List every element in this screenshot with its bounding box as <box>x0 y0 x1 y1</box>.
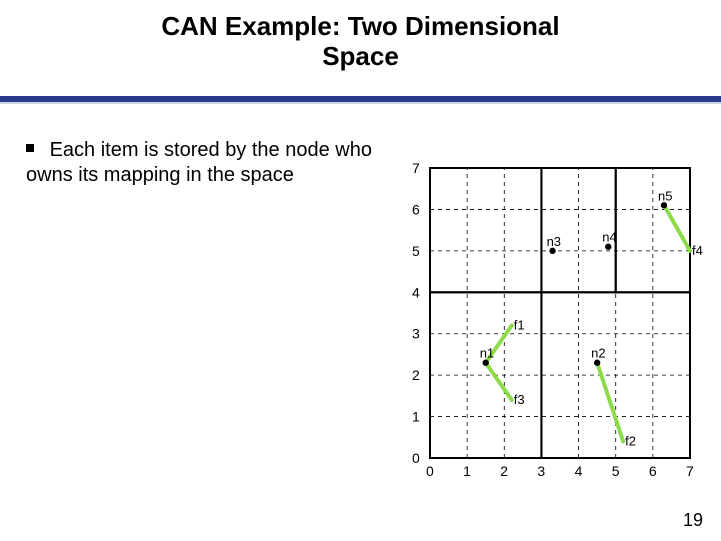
svg-text:f3: f3 <box>514 392 525 407</box>
bullet-text: Each item is stored by the node who owns… <box>26 139 372 186</box>
svg-text:n2: n2 <box>591 346 605 361</box>
svg-text:f2: f2 <box>625 433 636 448</box>
square-bullet-icon <box>26 144 34 152</box>
svg-text:7: 7 <box>412 160 420 176</box>
title-line2: Space <box>322 41 399 71</box>
bullet-item: Each item is stored by the node who owns… <box>26 138 386 188</box>
svg-text:3: 3 <box>412 326 420 342</box>
svg-text:f4: f4 <box>692 243 703 258</box>
svg-text:1: 1 <box>412 409 420 425</box>
svg-text:f1: f1 <box>514 317 525 332</box>
svg-text:n1: n1 <box>480 346 494 361</box>
horizontal-rule <box>0 96 721 102</box>
chart-svg: n1 n2 n3 n4 n5 f1 f2 f3 f4 0 1 2 3 4 5 6 7 0 1 2 3 4 5 6 7 <box>400 160 710 500</box>
svg-text:5: 5 <box>612 463 620 479</box>
svg-text:5: 5 <box>412 243 420 259</box>
svg-text:6: 6 <box>412 201 420 217</box>
title-line1: CAN Example: Two Dimensional <box>161 11 559 41</box>
svg-text:4: 4 <box>412 284 420 300</box>
svg-text:0: 0 <box>412 450 420 466</box>
svg-text:4: 4 <box>575 463 583 479</box>
can-space-diagram: n1 n2 n3 n4 n5 f1 f2 f3 f4 0 1 2 3 4 5 6 7 0 1 2 3 4 5 6 7 <box>400 160 710 500</box>
svg-text:7: 7 <box>686 463 694 479</box>
svg-text:6: 6 <box>649 463 657 479</box>
slide-title: CAN Example: Two Dimensional Space <box>0 0 721 72</box>
svg-text:n3: n3 <box>547 234 561 249</box>
svg-text:n5: n5 <box>658 188 672 203</box>
svg-text:3: 3 <box>537 463 545 479</box>
page-number: 19 <box>683 510 703 531</box>
svg-text:1: 1 <box>463 463 471 479</box>
svg-text:0: 0 <box>426 463 434 479</box>
svg-text:n4: n4 <box>602 230 616 245</box>
svg-text:2: 2 <box>412 367 420 383</box>
svg-text:2: 2 <box>500 463 508 479</box>
